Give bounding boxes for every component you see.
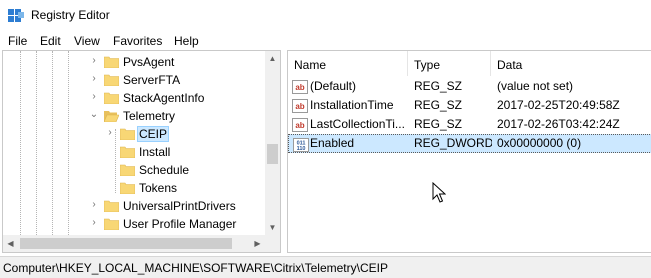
- tree-item-ceip[interactable]: › CEIP: [3, 125, 265, 143]
- folder-icon: [104, 56, 119, 68]
- folder-icon: [120, 146, 135, 158]
- svg-text:ab: ab: [295, 83, 304, 92]
- scrollbar-thumb[interactable]: [267, 144, 278, 164]
- column-header-type[interactable]: Type: [408, 51, 491, 76]
- menu-edit[interactable]: Edit: [40, 34, 61, 48]
- registry-tree[interactable]: › PvsAgent › ServerFTA › StackAgentInfo …: [2, 50, 281, 253]
- folder-icon: [104, 74, 119, 86]
- svg-text:110: 110: [297, 146, 306, 152]
- folder-icon: [104, 92, 119, 104]
- column-header-data[interactable]: Data: [491, 51, 651, 76]
- menu-file[interactable]: File: [8, 34, 27, 48]
- mouse-pointer-icon: [432, 182, 446, 203]
- chevron-right-icon[interactable]: ›: [89, 200, 99, 210]
- value-name: InstallationTime: [310, 98, 394, 112]
- value-data: 0x00000000 (0): [497, 136, 582, 150]
- scrollbar-corner: [265, 235, 280, 252]
- chevron-down-icon[interactable]: ⌄: [89, 110, 99, 120]
- dword-value-icon: 011110: [293, 138, 309, 152]
- window-title: Registry Editor: [31, 8, 110, 22]
- values-list[interactable]: Name Type Data ab (Default) REG_SZ (valu…: [287, 50, 651, 253]
- column-header-name[interactable]: Name: [288, 51, 408, 76]
- scroll-right-icon[interactable]: ▶: [250, 235, 265, 252]
- folder-icon: [104, 200, 119, 212]
- tree-item-stackagentinfo[interactable]: › StackAgentInfo: [3, 89, 265, 107]
- value-data: 2017-02-26T03:42:24Z: [497, 117, 620, 131]
- value-name: LastCollectionTi...: [310, 117, 405, 131]
- title-bar: Registry Editor: [0, 0, 651, 32]
- tree-item-label: CEIP: [137, 126, 170, 142]
- menu-favorites[interactable]: Favorites: [113, 34, 162, 48]
- registry-editor-icon: [8, 9, 24, 22]
- value-row-default[interactable]: ab (Default) REG_SZ (value not set): [288, 77, 651, 96]
- value-data: 2017-02-25T20:49:58Z: [497, 98, 620, 112]
- tree-item-label: Schedule: [139, 163, 190, 177]
- chevron-right-icon[interactable]: ›: [105, 128, 115, 138]
- value-row-enabled[interactable]: 011 110 Enabled REG_DWORD 0x00000000 (0): [288, 134, 651, 153]
- tree-item-label: Tokens: [139, 181, 178, 195]
- menu-bar: File Edit View Favorites Help: [0, 32, 651, 50]
- chevron-right-icon[interactable]: ›: [89, 74, 99, 84]
- tree-item-install[interactable]: Install: [3, 143, 265, 161]
- string-value-icon: ab: [292, 99, 308, 113]
- string-value-icon: ab: [292, 80, 308, 94]
- value-row-lastcollectiontime[interactable]: ab LastCollectionTi... REG_SZ 2017-02-26…: [288, 115, 651, 134]
- tree-item-tokens[interactable]: Tokens: [3, 179, 265, 197]
- tree-item-label: StackAgentInfo: [123, 91, 205, 105]
- folder-icon: [120, 128, 135, 140]
- tree-item-label: Telemetry: [123, 109, 176, 123]
- tree-item-label: PvsAgent: [123, 55, 175, 69]
- chevron-right-icon[interactable]: ›: [89, 218, 99, 228]
- tree-item-label: User Profile Manager: [123, 217, 237, 231]
- svg-text:ab: ab: [295, 121, 304, 130]
- scroll-down-icon[interactable]: ▼: [265, 220, 280, 235]
- tree-item-schedule[interactable]: Schedule: [3, 161, 265, 179]
- scrollbar-thumb[interactable]: [20, 238, 232, 249]
- tree-item-label: UniversalPrintDrivers: [123, 199, 236, 213]
- value-type: REG_SZ: [414, 79, 463, 93]
- value-name: (Default): [310, 79, 357, 93]
- open-folder-icon: [104, 111, 119, 122]
- menu-view[interactable]: View: [74, 34, 100, 48]
- folder-icon: [104, 218, 119, 230]
- value-row-installationtime[interactable]: ab InstallationTime REG_SZ 2017-02-25T20…: [288, 96, 651, 115]
- menu-help[interactable]: Help: [174, 34, 199, 48]
- current-key-path: Computer\HKEY_LOCAL_MACHINE\SOFTWARE\Cit…: [3, 261, 388, 275]
- scroll-up-icon[interactable]: ▲: [265, 51, 280, 66]
- tree-item-universalprintdrivers[interactable]: › UniversalPrintDrivers: [3, 197, 265, 215]
- folder-icon: [120, 182, 135, 194]
- status-bar: Computer\HKEY_LOCAL_MACHINE\SOFTWARE\Cit…: [0, 256, 651, 278]
- tree-item-user-profile-manager[interactable]: › User Profile Manager: [3, 215, 265, 233]
- tree-item-serverfta[interactable]: › ServerFTA: [3, 71, 265, 89]
- chevron-right-icon[interactable]: ›: [89, 92, 99, 102]
- value-name: Enabled: [310, 136, 355, 150]
- folder-icon: [120, 164, 135, 176]
- svg-text:ab: ab: [295, 102, 304, 111]
- scroll-left-icon[interactable]: ◀: [3, 235, 18, 252]
- tree-item-label: ServerFTA: [123, 73, 181, 87]
- tree-item-telemetry[interactable]: ⌄ Telemetry: [3, 107, 265, 125]
- value-type: REG_DWORD: [414, 136, 492, 150]
- value-type: REG_SZ: [414, 98, 463, 112]
- tree-item-label: Install: [139, 145, 171, 159]
- value-type: REG_SZ: [414, 117, 463, 131]
- chevron-right-icon[interactable]: ›: [89, 56, 99, 66]
- tree-item-pvsagent[interactable]: › PvsAgent: [3, 53, 265, 71]
- tree-vertical-scrollbar[interactable]: ▲ ▼: [265, 51, 280, 235]
- tree-horizontal-scrollbar[interactable]: ◀ ▶: [3, 235, 265, 252]
- value-data: (value not set): [497, 79, 574, 93]
- string-value-icon: ab: [292, 118, 308, 132]
